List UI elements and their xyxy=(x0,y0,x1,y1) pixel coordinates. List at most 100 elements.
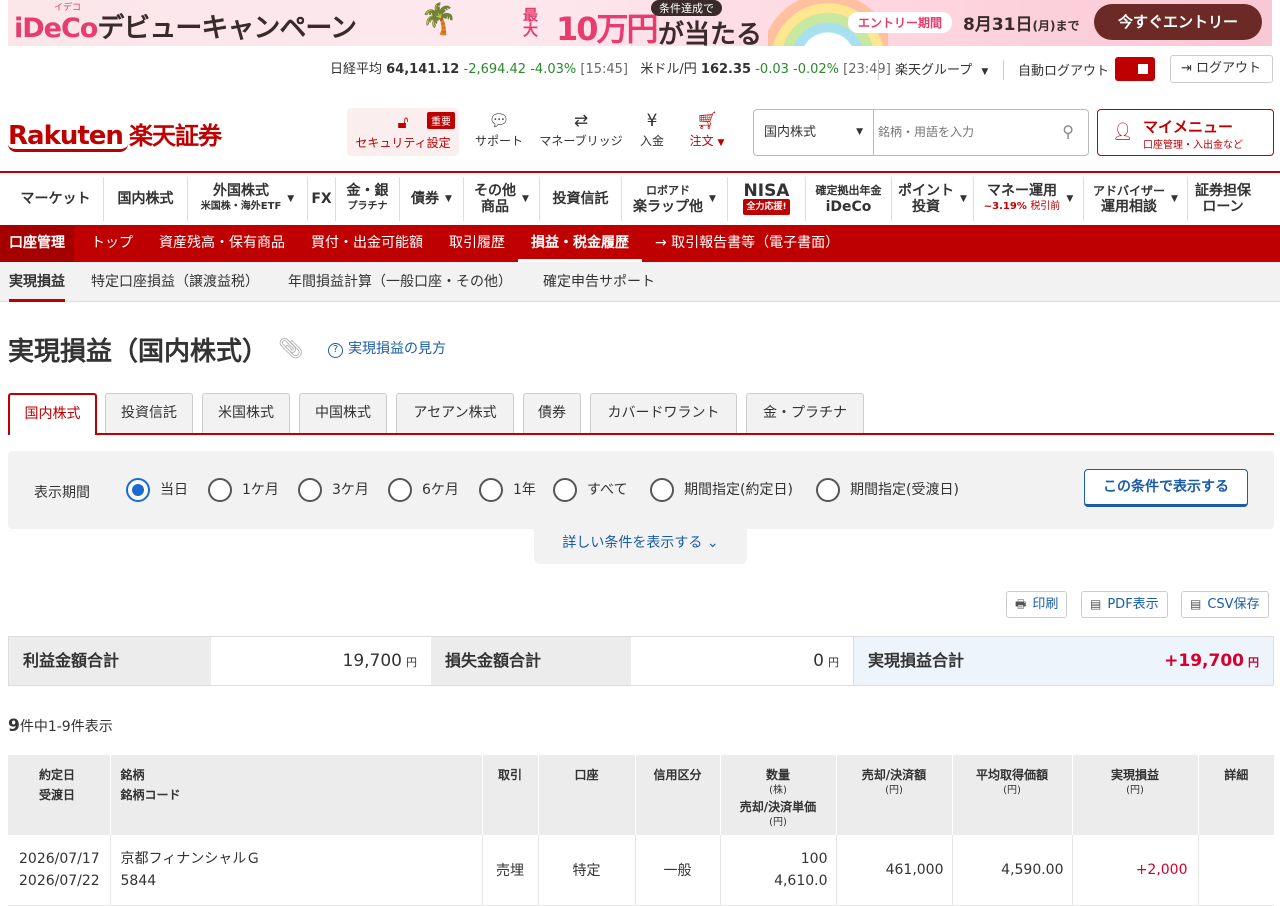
print-button[interactable]: 🖶 印刷 xyxy=(1006,591,1068,618)
banner-prize-pre: 最大 xyxy=(523,6,539,39)
realized-pl-table: 約定日 受渡日 銘柄 銘柄コード 取引 口座 信用区分 数量 (株) 売却/決済単価 (円… xyxy=(8,755,1274,906)
nikkei-change: -2,694.42 xyxy=(463,62,527,77)
nikkei-label: 日経平均 xyxy=(330,62,383,77)
acct-nav-account-management[interactable]: 口座管理 xyxy=(0,225,74,262)
radio-3month[interactable]: 3ケ月 xyxy=(298,478,369,502)
pdf-button[interactable]: ▤ PDF表示 xyxy=(1081,591,1168,618)
gnav-foreign-stock[interactable]: 外国株式 米国株・海外ETF ▼ xyxy=(188,177,308,221)
acct-nav-assets[interactable]: 資産残高・保有商品 xyxy=(146,225,298,262)
rakuten-group-menu[interactable]: 楽天グループ ▼ xyxy=(895,59,988,78)
gnav-point-invest[interactable]: ポイント 投資 ▼ xyxy=(892,177,974,221)
gnav-money-management[interactable]: マネー運用 ~3.19% 税引前 ▼ xyxy=(974,177,1084,221)
yen-coin-icon: ¥ xyxy=(646,111,658,131)
search-icon[interactable]: ⚲ xyxy=(1062,122,1074,141)
nikkei-time: [15:45] xyxy=(580,62,628,77)
radio-range-settle-date[interactable]: 期間指定(受渡日) xyxy=(816,478,959,502)
tab-realized-pl[interactable]: 実現損益 xyxy=(0,262,79,302)
banner-title: iDeCoデビューキャンペーン xyxy=(14,13,357,44)
acct-nav-buying-power[interactable]: 買付・出金可能額 xyxy=(298,225,436,262)
radio-6month[interactable]: 6ケ月 xyxy=(388,478,459,502)
radio-range-trade-date[interactable]: 期間指定(約定日) xyxy=(650,478,793,502)
nikkei-value: 64,141.12 xyxy=(386,62,460,77)
deposit-link[interactable]: ¥ 入金 xyxy=(634,110,670,149)
result-count: 9件中1-9件表示 xyxy=(8,716,113,736)
tab-us-stock[interactable]: 米国株式 xyxy=(202,393,290,433)
pdf-icon: ▤ xyxy=(1090,597,1102,611)
csv-button[interactable]: ▤ CSV保存 xyxy=(1181,591,1269,618)
tab-tax-return-support[interactable]: 確定申告サポート xyxy=(534,262,669,302)
usd-time: [23:49] xyxy=(843,62,891,77)
radio-1month[interactable]: 1ケ月 xyxy=(208,478,279,502)
gnav-gold-silver[interactable]: 金・銀 プラチナ xyxy=(336,177,400,221)
tab-bonds[interactable]: 債券 xyxy=(523,393,581,433)
gnav-domestic-stock[interactable]: 国内株式 xyxy=(104,177,188,221)
tab-investment-trust[interactable]: 投資信託 xyxy=(105,393,193,433)
loss-total-label: 損失金額合計 xyxy=(431,637,631,685)
search-input[interactable] xyxy=(878,118,1048,146)
usd-change: -0.03 xyxy=(755,62,789,77)
csv-icon: ▤ xyxy=(1190,597,1202,611)
chat-icon: 💬︎ xyxy=(488,111,510,131)
tab-specific-account-pl[interactable]: 特定口座損益（譲渡益税） xyxy=(79,262,279,302)
pl-summary: 利益金額合計 19,700 円 損失金額合計 0円 実現損益合計 +19,700 円 xyxy=(8,636,1274,686)
gnav-investment-trust[interactable]: 投資信託 xyxy=(540,177,622,221)
show-button[interactable]: この条件で表示する xyxy=(1084,469,1248,507)
palm-tree-icon: 🌴 xyxy=(420,2,458,37)
radio-today[interactable]: 当日 xyxy=(126,478,188,502)
loss-total-value: 0円 xyxy=(631,637,853,685)
market-tabs: 国内株式 投資信託 米国株式 中国株式 アセアン株式 債券 カバードワラント 金… xyxy=(8,393,1274,435)
banner-prize-amount: 10万円 xyxy=(556,10,659,46)
my-menu-button[interactable]: 👤︎ マイメニュー 口座管理・入出金など xyxy=(1097,109,1274,156)
table-row: 2026/07/17 2026/07/22 京都フィナンシャルＧ 5844 売埋 特… xyxy=(8,835,1274,906)
stock-name-link[interactable]: 京都フィナンシャルＧ xyxy=(121,851,261,867)
logout-button[interactable]: ⇥ ログアウト xyxy=(1170,55,1273,83)
howto-link[interactable]: ? 実現損益の見方 xyxy=(328,338,446,358)
gnav-robo-advisor[interactable]: ロボアド 楽ラップ他 ▼ xyxy=(622,177,728,221)
gnav-advisor[interactable]: アドバイザー 運用相談 ▼ xyxy=(1084,177,1188,221)
rakuten-logo[interactable]: Rakuten 楽天証券 xyxy=(8,116,222,152)
money-bridge-link[interactable]: ⇄ マネーブリッジ xyxy=(536,110,626,149)
market-ticker: 日経平均 64,141.12 -2,694.42 -4.03% [15:45] … xyxy=(330,60,891,80)
campaign-banner[interactable]: イデコ iDeCoデビューキャンペーン 🌴 最大 10万円 条件達成で が当たる… xyxy=(8,0,1272,46)
radio-1year[interactable]: 1年 xyxy=(479,478,536,502)
bank-transfer-icon: ⇄ xyxy=(573,111,589,131)
radio-all[interactable]: すべて xyxy=(553,478,627,502)
tab-domestic-stock[interactable]: 国内株式 xyxy=(8,393,97,435)
acct-nav-trade-reports[interactable]: → 取引報告書等（電子書面） xyxy=(642,225,852,262)
paperclip-icon[interactable]: 📎︎ xyxy=(278,336,303,360)
tab-annual-pl[interactable]: 年間損益計算（一般口座・その他） xyxy=(279,262,534,302)
cart-icon: 🛒︎ xyxy=(696,111,718,131)
tab-gold-platinum[interactable]: 金・プラチナ xyxy=(746,393,864,433)
gnav-fx[interactable]: FX xyxy=(308,177,336,221)
acct-nav-trade-history[interactable]: 取引履歴 xyxy=(436,225,518,262)
tab-asean-stock[interactable]: アセアン株式 xyxy=(396,393,514,433)
banner-period-date: 8月31日(月)まで xyxy=(963,15,1080,35)
user-menu-icon: 👤︎ xyxy=(1112,122,1134,142)
page-title: 実現損益（国内株式） xyxy=(8,337,269,367)
table-header: 約定日 受渡日 銘柄 銘柄コード 取引 口座 信用区分 数量 (株) 売却/決済単価 (円… xyxy=(8,755,1274,835)
acct-nav-pl-tax-history[interactable]: 損益・税金履歴 xyxy=(518,225,642,262)
search-category-select[interactable]: 国内株式 ▼ xyxy=(754,110,874,155)
support-link[interactable]: 💬︎ サポート xyxy=(470,110,528,149)
tab-covered-warrant[interactable]: カバードワラント xyxy=(590,393,737,433)
gnav-ideco[interactable]: 確定拠出年金 iDeCo xyxy=(806,177,892,221)
gnav-nisa[interactable]: NISA 全力応援! xyxy=(728,177,806,221)
tab-china-stock[interactable]: 中国株式 xyxy=(299,393,387,433)
auto-logout-toggle[interactable] xyxy=(1115,57,1155,81)
sub-nav: 実現損益 特定口座損益（譲渡益税） 年間損益計算（一般口座・その他） 確定申告サ… xyxy=(0,262,1280,302)
stock-search: 国内株式▼ ⚲ xyxy=(753,109,1089,156)
chevron-down-icon: ⌄ xyxy=(706,535,719,551)
period-filter: 表示期間 当日 1ケ月 3ケ月 6ケ月 1年 すべて 期間指定(約定日) 期間指… xyxy=(8,451,1274,529)
acct-nav-top[interactable]: トップ xyxy=(78,225,146,262)
gnav-bonds[interactable]: 債券 ▼ xyxy=(400,177,464,221)
gnav-market[interactable]: マーケット xyxy=(8,177,104,221)
banner-entry-button[interactable]: 今すぐエントリー xyxy=(1094,4,1262,40)
order-menu[interactable]: 🛒︎ 注文 ▼ xyxy=(682,110,732,149)
gnav-securities-loan[interactable]: 証券担保 ローン xyxy=(1188,177,1258,221)
realized-total-value: +19,700 円 xyxy=(1115,637,1273,685)
security-settings-button[interactable]: 🔓︎ セキュリティ設定 重要 xyxy=(347,108,459,156)
gnav-other-products[interactable]: その他 商品 ▼ xyxy=(464,177,540,221)
nikkei-pct: -4.03% xyxy=(530,62,577,77)
realized-total-label: 実現損益合計 xyxy=(853,637,1115,685)
more-conditions-toggle[interactable]: 詳しい条件を表示する ⌄ xyxy=(534,529,747,564)
